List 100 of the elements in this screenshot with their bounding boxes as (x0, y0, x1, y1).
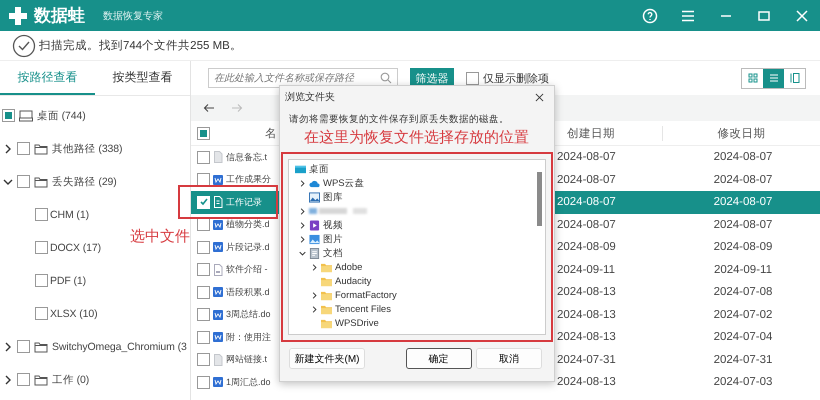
chevron-right-icon[interactable] (311, 306, 318, 312)
app-subtitle: 数据恢复专家 (103, 10, 163, 22)
chevron-right-icon[interactable] (299, 180, 306, 186)
column-header[interactable]: 创建日期 (567, 128, 615, 140)
chevron-right-icon[interactable] (3, 374, 13, 384)
tree-item[interactable]: 丢失路径 (29) (52, 174, 117, 188)
checkbox[interactable] (197, 263, 210, 276)
tree-item[interactable]: CHM (1) (50, 208, 89, 220)
checkbox[interactable] (197, 286, 210, 299)
checkbox[interactable] (17, 340, 30, 353)
dialog-button[interactable]: 新建文件夹(M) (289, 348, 365, 369)
text-file-icon (212, 354, 224, 366)
help-icon[interactable] (642, 8, 658, 24)
panel-icon (788, 72, 800, 84)
table-cell: 2024-08-13 (557, 376, 616, 388)
tree-item[interactable]: 工作 (0) (52, 372, 90, 386)
word-file-icon (212, 241, 224, 254)
text-file-icon (212, 151, 224, 164)
word-file-icon (212, 174, 224, 186)
tab[interactable]: 按类型查看 (95, 61, 190, 95)
checkbox[interactable] (197, 376, 210, 389)
table-cell: 2024-08-13 (557, 331, 616, 344)
checkbox[interactable] (466, 72, 479, 84)
file-name: 网站链接.t (226, 353, 268, 366)
table-cell: 2024-08-07 (557, 218, 616, 231)
table-cell: 2024-08-07 (714, 174, 772, 186)
scan-status: 扫描完成。找到744个文件共255 MB。 (39, 38, 242, 53)
folder-icon (321, 304, 332, 314)
chevron-right-icon[interactable] (3, 342, 13, 352)
chevron-right-icon[interactable] (311, 264, 318, 270)
checkbox[interactable] (197, 240, 210, 254)
folder-tree-item[interactable]: Tencent Files (335, 304, 391, 314)
folder-tree-item[interactable]: FormatFactory (335, 290, 397, 300)
chevron-right-icon[interactable] (299, 236, 306, 242)
checkbox[interactable] (17, 175, 30, 188)
checkbox[interactable] (17, 373, 30, 386)
dialog-button[interactable]: 取消 (476, 348, 542, 369)
checkbox[interactable] (197, 126, 210, 140)
folder-tree-item[interactable]: 桌面 (309, 162, 329, 176)
list-icon (768, 72, 780, 84)
desktop-icon (295, 164, 306, 174)
drive-icon (19, 110, 33, 122)
back-arrow-icon[interactable] (203, 102, 215, 114)
chevron-right-icon[interactable] (299, 222, 306, 228)
tree-item[interactable]: 其他路径 (338) (52, 142, 122, 156)
tree-item[interactable]: 桌面 (744) (37, 108, 86, 122)
folder-tree-item[interactable]: 视频 (323, 218, 343, 232)
checkbox[interactable] (197, 353, 210, 366)
folder-tree-item[interactable]: 图片 (323, 232, 343, 246)
folder-icon (321, 290, 332, 300)
file-name: 软件介绍 - (226, 263, 268, 276)
folder-tree-item[interactable]: WPS云盘 (323, 176, 365, 190)
tree-item[interactable]: DOCX (17) (50, 242, 102, 254)
checkbox-label: 仅显示删除项 (483, 72, 549, 86)
folder-tree-item[interactable]: Audacity (335, 276, 372, 286)
column-header[interactable]: 名 (265, 126, 277, 140)
checkbox[interactable] (197, 308, 210, 322)
tree-item[interactable]: XLSX (10) (50, 308, 98, 320)
file-name: 语段积累.d (226, 286, 270, 299)
search-icon[interactable] (380, 72, 392, 84)
file-name: 信息备忘.t (226, 150, 268, 164)
folder-tree-item[interactable]: 文档 (323, 246, 343, 260)
checkbox[interactable] (35, 208, 48, 221)
chevron-right-icon[interactable] (299, 208, 306, 214)
checkbox[interactable] (35, 241, 48, 254)
folder-icon (34, 374, 48, 386)
folder-icon (321, 318, 332, 328)
list-view-button[interactable] (763, 68, 784, 88)
folder-tree-item[interactable]: WPSDrive (335, 318, 379, 328)
checkbox[interactable] (197, 218, 210, 232)
chevron-down-icon[interactable] (299, 250, 306, 256)
checkbox[interactable] (197, 173, 210, 186)
table-cell: 2024-07-08 (714, 286, 772, 298)
checkbox[interactable] (197, 330, 210, 344)
folder-tree-item[interactable]: 图库 (323, 190, 343, 204)
image-icon (309, 234, 320, 244)
tree-item[interactable]: PDF (1) (50, 274, 86, 286)
checkbox[interactable] (35, 274, 48, 287)
chevron-right-icon[interactable] (311, 292, 318, 298)
table-cell: 2024-07-31 (557, 354, 616, 366)
annotation-text: 在这里为恢复文件选择存放的位置 (303, 128, 530, 148)
chevron-down-icon[interactable] (3, 176, 13, 186)
folder-tree-item[interactable]: Adobe (335, 262, 362, 272)
tree-item[interactable]: SwitchyOmega_Chromium (3 (52, 340, 187, 352)
image-icon (309, 192, 320, 202)
check-circle-icon (12, 34, 36, 58)
folder-icon (34, 176, 48, 188)
file-icon (212, 264, 224, 276)
table-cell: 2024-07-31 (714, 354, 772, 366)
close-icon[interactable] (535, 92, 544, 102)
checkbox[interactable] (2, 109, 15, 122)
file-name: 附：使用注 (226, 330, 271, 344)
tab[interactable]: 按路径查看 (0, 61, 95, 95)
dialog-button[interactable]: 确定 (406, 348, 472, 369)
chevron-right-icon[interactable] (3, 144, 13, 154)
column-header[interactable]: 修改日期 (718, 128, 766, 140)
word-file-icon (212, 286, 224, 298)
checkbox[interactable] (197, 150, 210, 164)
checkbox[interactable] (17, 142, 30, 155)
checkbox[interactable] (35, 307, 48, 320)
